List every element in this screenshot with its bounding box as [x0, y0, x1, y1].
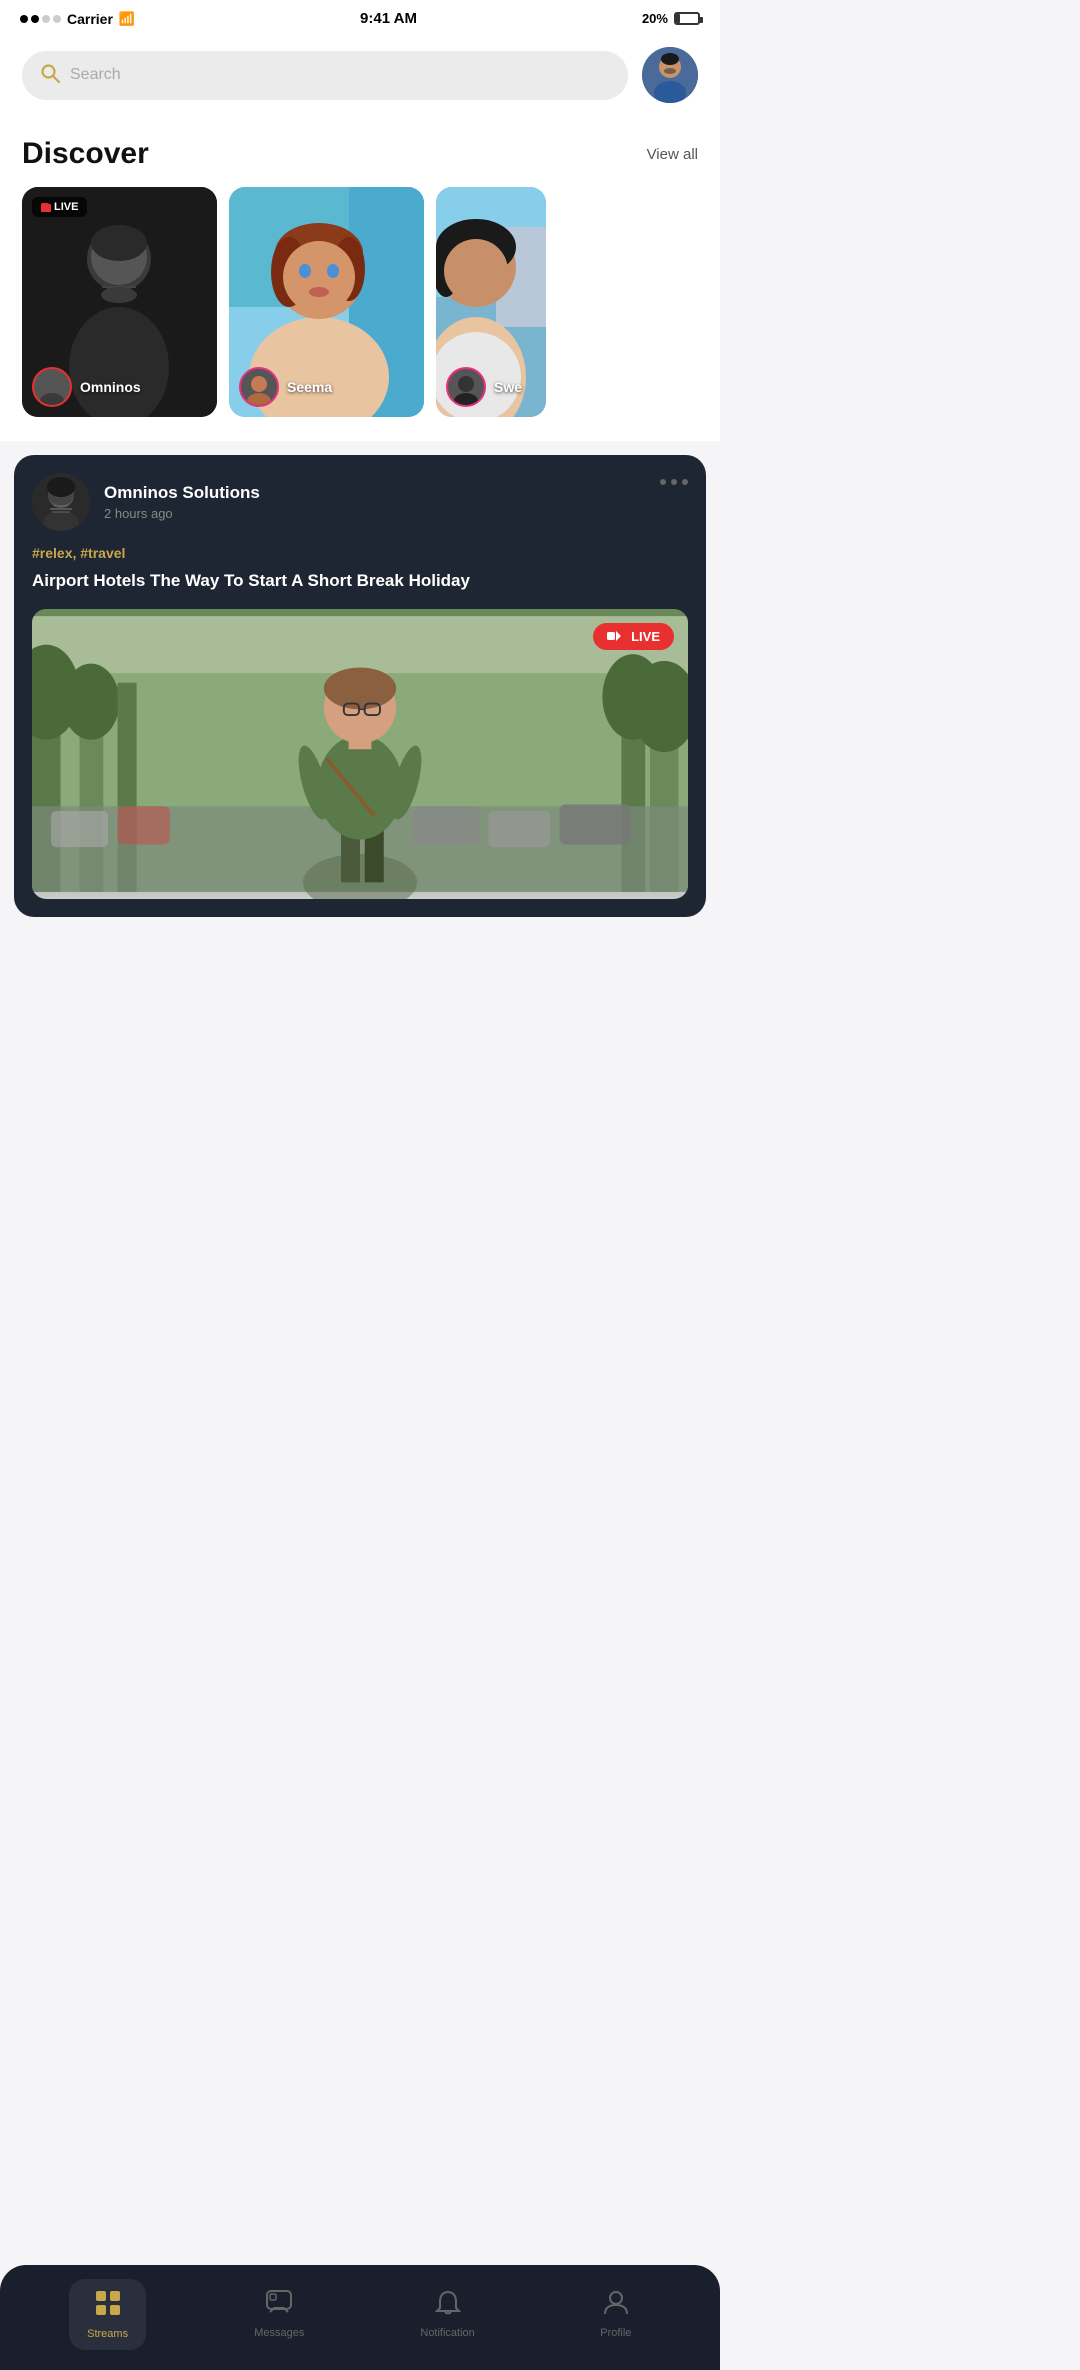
- card-1-username: Omninos: [80, 379, 141, 395]
- bottom-navigation: Streams Messages Notification: [0, 2265, 720, 2370]
- carrier-label: Carrier: [67, 11, 113, 27]
- streams-label: Streams: [87, 2328, 128, 2340]
- profile-label: Profile: [600, 2327, 631, 2339]
- live-dot: [41, 203, 49, 211]
- post-menu-button[interactable]: [660, 479, 688, 485]
- wifi-icon: 📶: [119, 11, 135, 27]
- signal-dot-4: [53, 15, 61, 23]
- streams-active-bg: Streams: [69, 2279, 146, 2350]
- discover-card-1[interactable]: LIVE Omninos: [22, 187, 217, 417]
- status-time: 9:41 AM: [360, 10, 417, 27]
- post-user-info: Omninos Solutions 2 hours ago: [32, 473, 260, 531]
- live-badge-1: LIVE: [32, 197, 87, 217]
- post-avatar: [32, 473, 90, 531]
- messages-label: Messages: [254, 2327, 304, 2339]
- menu-dot-1: [660, 479, 666, 485]
- card-2-user-info: Seema: [239, 367, 332, 407]
- card-2-username: Seema: [287, 379, 332, 395]
- status-bar: Carrier 📶 9:41 AM 20%: [0, 0, 720, 33]
- signal-dot-1: [20, 15, 28, 23]
- signal-dot-3: [42, 15, 50, 23]
- streams-icon: [94, 2289, 122, 2323]
- card-2-avatar: [239, 367, 279, 407]
- user-avatar[interactable]: [642, 47, 698, 103]
- notification-label: Notification: [420, 2327, 474, 2339]
- header: Search: [0, 33, 720, 121]
- post-live-badge: LIVE: [593, 623, 674, 650]
- nav-item-notification[interactable]: Notification: [413, 2290, 483, 2339]
- discover-card-2[interactable]: Seema: [229, 187, 424, 417]
- card-1-user-info: Omninos: [32, 367, 141, 407]
- signal-dot-2: [31, 15, 39, 23]
- profile-icon: [603, 2290, 629, 2322]
- post-tags: #relex, #travel: [32, 545, 688, 561]
- discover-card-3[interactable]: Swe: [436, 187, 546, 417]
- status-left: Carrier 📶: [20, 11, 135, 27]
- notification-icon: [435, 2290, 461, 2322]
- post-username: Omninos Solutions: [104, 483, 260, 503]
- card-3-avatar: [446, 367, 486, 407]
- view-all-button[interactable]: View all: [647, 146, 698, 163]
- battery-percent: 20%: [642, 11, 668, 26]
- post-card: Omninos Solutions 2 hours ago #relex, #t…: [14, 455, 706, 917]
- post-user-details: Omninos Solutions 2 hours ago: [104, 483, 260, 521]
- search-bar[interactable]: Search: [22, 51, 628, 100]
- signal-dots: [20, 15, 61, 23]
- search-icon: [40, 63, 60, 88]
- nav-item-streams[interactable]: Streams: [69, 2279, 146, 2350]
- messages-icon: [266, 2290, 292, 2322]
- menu-dot-2: [671, 479, 677, 485]
- discover-header: Discover View all: [22, 137, 698, 171]
- post-header: Omninos Solutions 2 hours ago: [32, 473, 688, 531]
- discover-title: Discover: [22, 137, 149, 171]
- post-image[interactable]: LIVE: [32, 609, 688, 899]
- status-right: 20%: [642, 11, 700, 26]
- nav-item-profile[interactable]: Profile: [581, 2290, 651, 2339]
- nav-item-messages[interactable]: Messages: [244, 2290, 314, 2339]
- card-3-user-info: Swe: [446, 367, 522, 407]
- search-placeholder: Search: [70, 66, 121, 84]
- card-3-username: Swe: [494, 379, 522, 395]
- post-time: 2 hours ago: [104, 506, 260, 521]
- discover-section: Discover View all: [0, 121, 720, 441]
- card-1-avatar: [32, 367, 72, 407]
- battery-icon: [674, 12, 700, 25]
- post-title: Airport Hotels The Way To Start A Short …: [32, 569, 688, 593]
- menu-dot-3: [682, 479, 688, 485]
- discover-cards: LIVE Omninos: [22, 187, 698, 433]
